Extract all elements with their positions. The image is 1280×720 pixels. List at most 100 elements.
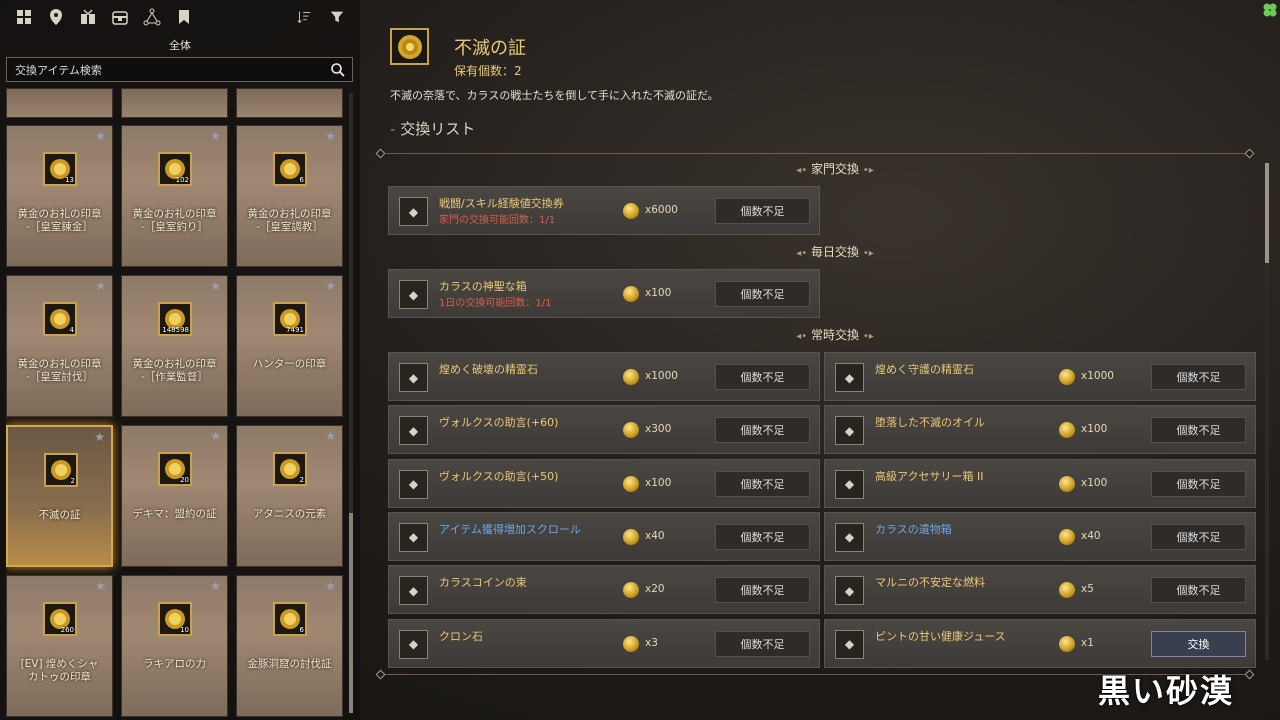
nodes-icon[interactable] [136,6,168,28]
favorite-star-icon[interactable]: ★ [95,279,106,293]
reward-item-name: カラスコインの束 [439,576,527,590]
exchange-row: ◆ カラスコインの束 x20 個数不足 [388,565,820,615]
exchange-button[interactable]: 個数不足 [715,523,810,550]
reward-item-icon: ◆ [399,629,428,659]
item-card-partial[interactable] [236,88,343,118]
exchange-button[interactable]: 個数不足 [1151,523,1246,550]
item-card[interactable]: ★ 2 不滅の証 [6,425,113,567]
favorite-star-icon[interactable]: ★ [325,579,336,593]
reward-item-icon: ◆ [399,522,428,552]
item-name: [EV] 煌めくシャ カトゥの印章 [20,658,99,683]
item-name: 黄金のお礼の印章 -［皇室錬金］ [17,208,102,233]
item-count: 7491 [286,326,304,334]
exchange-button[interactable]: 個数不足 [715,281,810,307]
item-name: 黄金のお礼の印章 -［皇室討伐］ [17,358,102,383]
item-name: アタニスの元素 [252,508,327,520]
reward-item-icon: ◆ [835,416,864,446]
chest-icon[interactable] [104,6,136,28]
item-card[interactable]: ★ 13 黄金のお礼の印章 -［皇室錬金］ [6,125,113,267]
exchange-row: ◆ アイテム獲得増加スクロール x40 個数不足 [388,511,820,561]
reward-item-name: ヴォルクスの助言(+60) [439,416,559,430]
favorite-star-icon[interactable]: ★ [210,579,221,593]
exchange-price: x100 [1081,423,1108,436]
item-card[interactable]: ★ 7491 ハンターの印章 [236,275,343,417]
item-card[interactable]: ★ 10 ラキアロの力 [121,575,228,717]
item-card-partial[interactable] [121,88,228,118]
item-name: ハンターの印章 [252,358,327,370]
item-card[interactable]: ★ 20 デキマ：盟約の証 [121,425,228,567]
exchange-button[interactable]: 個数不足 [715,417,810,444]
exchange-row: ◆ ピントの甘い健康ジュース x1 交換 [824,618,1256,668]
exchange-price: x40 [1081,529,1101,542]
grid-icon[interactable] [8,6,40,28]
exchange-button[interactable]: 個数不足 [1151,577,1246,604]
map-pin-icon[interactable] [40,6,72,28]
item-card[interactable]: ★ 102 黄金のお礼の印章 -［皇室釣り］ [121,125,228,267]
favorite-star-icon[interactable]: ★ [95,579,106,593]
exchange-row: ◆ 戦闘/スキル経験値交換券 家門の交換可能回数：1/1 x6000 個数不足 [388,186,820,235]
exchange-row: ◆ カラスの遺物箱 x40 個数不足 [824,511,1256,561]
favorite-star-icon[interactable]: ★ [210,279,221,293]
exchange-row: ◆ 煌めく破壊の精霊石 x1000 個数不足 [388,352,820,401]
item-card[interactable]: ★ 148598 黄金のお礼の印章 -［作業監督］ [121,275,228,417]
section-permanent-exchange: ◂• 常時交換 •▸ [796,328,874,342]
item-card-partial[interactable] [6,88,113,118]
filter-icon[interactable] [325,6,349,28]
coin-icon [623,286,639,302]
exchange-price: x100 [1081,476,1108,489]
exchange-button[interactable]: 個数不足 [715,470,810,497]
bookmark-icon[interactable] [168,6,200,28]
exchange-button[interactable]: 個数不足 [715,577,810,604]
item-name: 金豚洞窟の討伐証 [247,658,332,670]
exchange-price: x6000 [645,204,678,216]
coin-icon [623,475,639,492]
favorite-star-icon[interactable]: ★ [325,129,336,143]
sort-icon[interactable] [292,6,316,28]
exchange-button[interactable]: 個数不足 [715,364,810,390]
item-icon: 4 [43,302,77,336]
coin-icon [1059,369,1075,385]
exchange-button[interactable]: 個数不足 [715,198,810,224]
exchange-price: x1000 [1081,370,1114,382]
item-name: 黄金のお礼の印章 -［皇室釣り］ [132,208,217,233]
clover-icon [1263,3,1277,17]
item-card[interactable]: ★ 6 黄金のお礼の印章 -［皇室調教］ [236,125,343,267]
favorite-star-icon[interactable]: ★ [95,129,106,143]
left-scroll-thumb[interactable] [349,513,353,713]
exchange-button[interactable]: 個数不足 [1151,417,1246,444]
left-scrollbar[interactable] [349,93,353,713]
gift-icon[interactable] [72,6,104,28]
right-scroll-thumb[interactable] [1265,163,1269,263]
coin-icon [623,422,639,439]
item-count: 2 [70,477,75,485]
reward-item-name: カラスの神聖な箱 [439,280,527,293]
item-card[interactable]: ★ 4 黄金のお礼の印章 -［皇室討伐］ [6,275,113,417]
search-icon[interactable] [330,62,346,78]
exchange-row: ◆ ヴォルクスの助言(+50) x100 個数不足 [388,458,820,508]
item-count: 2 [299,476,304,484]
favorite-star-icon[interactable]: ★ [210,129,221,143]
item-count: 13 [65,176,74,184]
item-card[interactable]: ★ 260 [EV] 煌めくシャ カトゥの印章 [6,575,113,717]
item-icon: 13 [43,152,77,186]
exchange-button[interactable]: 個数不足 [1151,364,1246,390]
exchange-button[interactable]: 個数不足 [715,630,810,657]
favorite-star-icon[interactable]: ★ [210,429,221,443]
category-label: 全体 [169,39,191,52]
right-scrollbar[interactable] [1265,163,1269,660]
reward-item-icon: ◆ [399,280,428,309]
favorite-star-icon[interactable]: ★ [325,279,336,293]
item-card[interactable]: ★ 2 アタニスの元素 [236,425,343,567]
search-input[interactable]: 交換アイテム検索 [6,57,353,82]
favorite-star-icon[interactable]: ★ [325,429,336,443]
exchange-price: x100 [645,476,672,489]
item-card[interactable]: ★ 6 金豚洞窟の討伐証 [236,575,343,717]
item-icon: 260 [43,602,77,636]
exchange-price: x100 [645,287,672,299]
exchange-button[interactable]: 交換 [1151,630,1246,657]
coin-icon [1059,528,1075,545]
favorite-star-icon[interactable]: ★ [94,430,105,444]
reward-item-icon: ◆ [835,363,864,392]
exchange-button[interactable]: 個数不足 [1151,470,1246,497]
exchange-row: ◆ 煌めく守護の精霊石 x1000 個数不足 [824,352,1256,401]
